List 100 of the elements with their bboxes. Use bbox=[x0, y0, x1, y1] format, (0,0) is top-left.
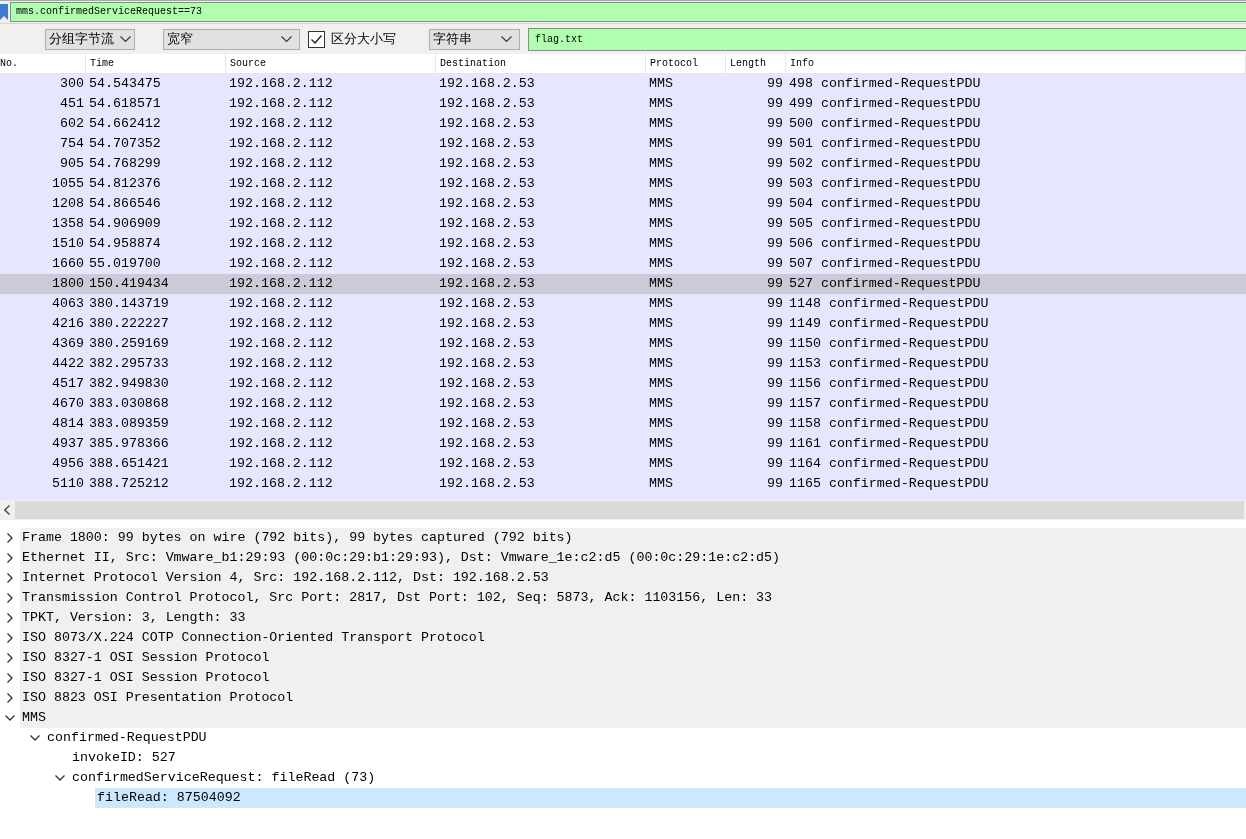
protocol-cell-text: MMS bbox=[648, 395, 674, 413]
info-cell-text: 504 confirmed-RequestPDU bbox=[788, 195, 982, 213]
info-cell-text: 500 confirmed-RequestPDU bbox=[788, 115, 982, 133]
protocol-cell-text: MMS bbox=[648, 255, 674, 273]
tree-item[interactable]: ISO 8327-1 OSI Session Protocol bbox=[20, 668, 1246, 688]
display-filter-field[interactable]: mms.confirmedServiceRequest==73 bbox=[10, 1, 1246, 22]
column-header[interactable]: Protocol bbox=[646, 54, 726, 73]
source-cell-text: 192.168.2.112 bbox=[228, 275, 334, 293]
tree-item[interactable]: TPKT, Version: 3, Length: 33 bbox=[20, 608, 1246, 628]
source-cell-text: 192.168.2.112 bbox=[228, 475, 334, 493]
length-cell-text: 99 bbox=[766, 455, 784, 473]
source-cell-text: 192.168.2.112 bbox=[228, 375, 334, 393]
info-cell-text: 1156 confirmed-RequestPDU bbox=[788, 375, 990, 393]
number-cell-text: 1055 bbox=[51, 175, 85, 193]
column-header[interactable]: Time bbox=[86, 54, 226, 73]
chevron-down-icon bbox=[501, 36, 512, 42]
time-cell-text: 380.222227 bbox=[88, 315, 170, 333]
tree-item[interactable]: ISO 8073/X.224 COTP Connection-Oriented Transport Protocol bbox=[20, 628, 1246, 648]
protocol-cell-text: MMS bbox=[648, 275, 674, 293]
source-cell-text: 192.168.2.112 bbox=[228, 315, 334, 333]
time-cell-text: 54.812376 bbox=[88, 175, 162, 193]
destination-cell-text: 192.168.2.53 bbox=[438, 175, 536, 193]
time-cell-text: 150.419434 bbox=[88, 275, 170, 293]
time-cell-text: 54.618571 bbox=[88, 95, 162, 113]
tree-item[interactable]: ISO 8327-1 OSI Session Protocol bbox=[20, 648, 1246, 668]
length-cell-text: 99 bbox=[766, 375, 784, 393]
number-cell-text: 1800 bbox=[51, 275, 85, 293]
length-cell-text: 99 bbox=[766, 175, 784, 193]
destination-cell-text: 192.168.2.53 bbox=[438, 255, 536, 273]
source-cell-text: 192.168.2.112 bbox=[228, 195, 334, 213]
search-scope-dropdown[interactable]: 分组字节流 bbox=[45, 28, 135, 50]
info-cell-text: 1158 confirmed-RequestPDU bbox=[788, 415, 990, 433]
info-cell-text: 503 confirmed-RequestPDU bbox=[788, 175, 982, 193]
tree-item[interactable]: ISO 8823 OSI Presentation Protocol bbox=[20, 688, 1246, 708]
protocol-cell-text: MMS bbox=[648, 75, 674, 93]
source-cell-text: 192.168.2.112 bbox=[228, 155, 334, 173]
number-cell-text: 1208 bbox=[51, 195, 85, 213]
column-header[interactable]: Info bbox=[786, 54, 1246, 73]
length-cell-text: 99 bbox=[766, 355, 784, 373]
time-cell-text: 54.707352 bbox=[88, 135, 162, 153]
search-type-dropdown[interactable]: 字符串 bbox=[429, 28, 520, 50]
number-cell-text: 4517 bbox=[51, 375, 85, 393]
protocol-cell-text: MMS bbox=[648, 475, 674, 493]
time-cell-text: 380.143719 bbox=[88, 295, 170, 313]
time-cell-text: 385.978366 bbox=[88, 435, 170, 453]
length-cell-text: 99 bbox=[766, 235, 784, 253]
protocol-cell-text: MMS bbox=[648, 415, 674, 433]
source-cell-text: 192.168.2.112 bbox=[228, 415, 334, 433]
protocol-cell-text: MMS bbox=[648, 115, 674, 133]
protocol-cell-text: MMS bbox=[648, 95, 674, 113]
column-header[interactable]: No. bbox=[0, 54, 86, 73]
source-cell-text: 192.168.2.112 bbox=[228, 215, 334, 233]
length-cell-text: 99 bbox=[766, 75, 784, 93]
number-cell-text: 602 bbox=[59, 115, 85, 133]
protocol-cell-text: MMS bbox=[648, 215, 674, 233]
number-cell-text: 4216 bbox=[51, 315, 85, 333]
destination-cell-text: 192.168.2.53 bbox=[438, 215, 536, 233]
destination-cell-text: 192.168.2.53 bbox=[438, 115, 536, 133]
time-cell-text: 383.089359 bbox=[88, 415, 170, 433]
tree-item[interactable]: Transmission Control Protocol, Src Port: 2817, Dst Port: 102, Seq: 5873, Ack: 1103156, Len: 33 bbox=[20, 588, 1246, 608]
tree-item[interactable]: MMS bbox=[20, 708, 1246, 728]
column-header[interactable]: Length bbox=[726, 54, 786, 73]
length-cell-text: 99 bbox=[766, 95, 784, 113]
number-cell-text: 451 bbox=[59, 95, 85, 113]
search-field[interactable]: flag.txt bbox=[528, 27, 1246, 51]
source-cell-text: 192.168.2.112 bbox=[228, 295, 334, 313]
number-cell-text: 4814 bbox=[51, 415, 85, 433]
protocol-cell-text: MMS bbox=[648, 375, 674, 393]
chevron-left-icon[interactable] bbox=[4, 505, 10, 515]
destination-cell-text: 192.168.2.53 bbox=[438, 155, 536, 173]
length-cell-text: 99 bbox=[766, 435, 784, 453]
time-cell-text: 54.768299 bbox=[88, 155, 162, 173]
tree-item[interactable]: Ethernet II, Src: Vmware_b1:29:93 (00:0c:29:b1:29:93), Dst: Vmware_1e:c2:d5 (00:0c:29:1e:c2:d5) bbox=[20, 548, 1246, 568]
tree-item[interactable]: Frame 1800: 99 bytes on wire (792 bits), 99 bytes captured (792 bits) bbox=[20, 528, 1246, 548]
chevron-down-icon bbox=[281, 36, 292, 42]
number-cell-text: 905 bbox=[59, 155, 85, 173]
character-width-dropdown[interactable]: 宽窄 bbox=[163, 28, 300, 50]
tree-item[interactable]: Internet Protocol Version 4, Src: 192.168.2.112, Dst: 192.168.2.53 bbox=[20, 568, 1246, 588]
destination-cell-text: 192.168.2.53 bbox=[438, 475, 536, 493]
protocol-cell-text: MMS bbox=[648, 435, 674, 453]
length-cell-text: 99 bbox=[766, 115, 784, 133]
number-cell-text: 1358 bbox=[51, 215, 85, 233]
tree-item[interactable]: fileRead: 87504092 bbox=[95, 788, 1246, 808]
case-sensitive-checkbox[interactable] bbox=[308, 30, 325, 48]
column-header[interactable]: Source bbox=[226, 54, 436, 73]
info-cell-text: 507 confirmed-RequestPDU bbox=[788, 255, 982, 273]
column-header[interactable]: Destination bbox=[436, 54, 646, 73]
packet-row[interactable]: 1800 150.419434 192.168.2.112 192.168.2.53 MMS 99 527 confirmed-RequestPDU bbox=[0, 274, 1246, 294]
info-cell-text: 1148 confirmed-RequestPDU bbox=[788, 295, 990, 313]
protocol-cell-text: MMS bbox=[648, 355, 674, 373]
info-cell-text: 1165 confirmed-RequestPDU bbox=[788, 475, 990, 493]
info-cell-text: 505 confirmed-RequestPDU bbox=[788, 215, 982, 233]
destination-cell-text: 192.168.2.53 bbox=[438, 355, 536, 373]
info-cell-text: 1161 confirmed-RequestPDU bbox=[788, 435, 990, 453]
bookmark-icon[interactable] bbox=[0, 3, 8, 20]
source-cell-text: 192.168.2.112 bbox=[228, 115, 334, 133]
number-cell-text: 300 bbox=[59, 75, 85, 93]
protocol-cell-text: MMS bbox=[648, 135, 674, 153]
destination-cell-text: 192.168.2.53 bbox=[438, 335, 536, 353]
number-cell-text: 1660 bbox=[51, 255, 85, 273]
